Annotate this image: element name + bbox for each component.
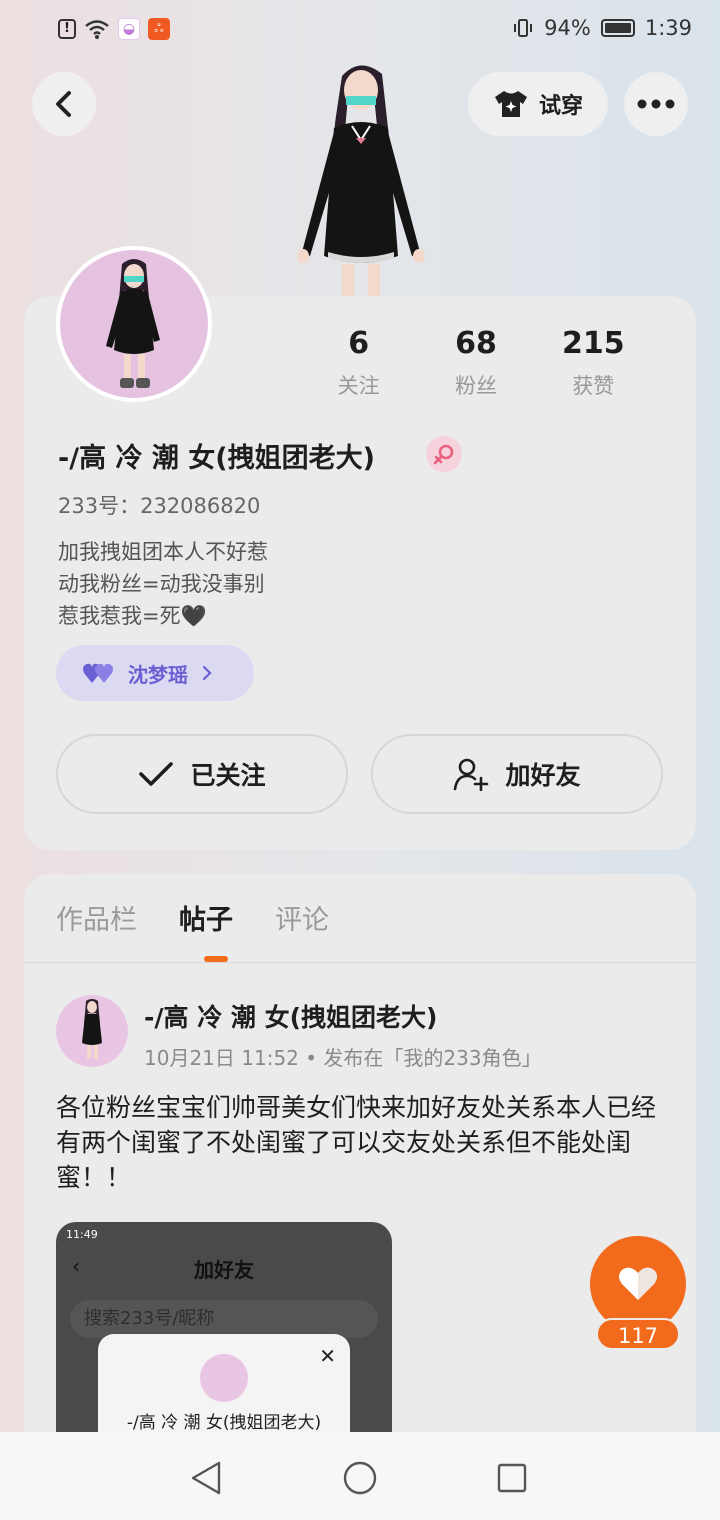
clock: 1:39 [644, 16, 692, 40]
stat-followers[interactable]: 68 粉丝 [417, 326, 534, 400]
image-page-title: 加好友 [194, 1258, 254, 1282]
status-icons-left: ! ◒ ஃ [58, 18, 170, 40]
avatar [200, 1354, 248, 1402]
battery-percent: 94% [544, 16, 591, 40]
stat-value: 68 [455, 326, 497, 361]
profile-stats: 6 关注 68 粉丝 215 获赞 [300, 326, 652, 400]
profile-nickname: -/高 冷 潮 女(拽姐团老大) [58, 443, 375, 474]
chevron-left-icon [56, 91, 71, 117]
post-meta: 10月21日 11:52 • 发布在「我的233角色」 [144, 1046, 542, 1070]
bio-line: 加我拽姐团本人不好惹 [58, 540, 268, 564]
add-user-icon [454, 758, 489, 791]
avatar-character [82, 999, 102, 1059]
tab-posts[interactable]: 帖子 [179, 898, 233, 937]
tab-works[interactable]: 作品栏 [56, 898, 137, 937]
followed-button[interactable]: 已关注 [56, 734, 348, 814]
add-friend-label: 加好友 [505, 761, 581, 790]
close-icon: ✕ [319, 1344, 336, 1368]
wifi-icon [85, 20, 109, 39]
followed-label: 已关注 [190, 761, 266, 790]
relationship-tag[interactable]: 沈梦瑶 [56, 645, 254, 701]
post-text: 各位粉丝宝宝们帅哥美女们快来加好友处关系本人已经有两个闺蜜了不处闺蜜了可以交友处… [56, 1093, 657, 1192]
character-model[interactable] [290, 56, 430, 296]
square-recents-icon [497, 1463, 527, 1493]
more-dots-icon [637, 99, 675, 109]
post-author-name[interactable]: -/高 冷 潮 女(拽姐团老大) [144, 998, 437, 1034]
bio-line: 惹我惹我=死🖤 [58, 604, 207, 628]
stat-label: 粉丝 [454, 374, 497, 398]
app-notification-icon: ◒ [118, 18, 140, 40]
chevron-right-icon [202, 665, 212, 681]
stat-label: 关注 [337, 374, 380, 398]
image-search-field: 搜索233号/昵称 [70, 1300, 378, 1338]
checkmark-icon [139, 762, 174, 786]
alert-icon: ! [58, 19, 76, 39]
stat-label: 获赞 [572, 374, 615, 398]
heart-icon [619, 1267, 657, 1300]
profile-bio: 加我拽姐团本人不好惹 动我粉丝=动我没事别 惹我惹我=死🖤 [58, 536, 268, 632]
system-nav-bar [0, 1432, 720, 1520]
circle-home-icon [343, 1461, 377, 1495]
avatar-character [106, 259, 160, 388]
divider [24, 962, 696, 963]
stat-value: 215 [562, 326, 625, 361]
profile-avatar[interactable] [56, 246, 212, 402]
shirt-sparkle-icon [494, 91, 527, 117]
bio-line: 动我粉丝=动我没事别 [58, 572, 265, 596]
stat-likes[interactable]: 215 获赞 [535, 326, 652, 400]
try-on-label: 试穿 [538, 94, 583, 119]
like-count: 117 [596, 1318, 680, 1350]
battery-icon [600, 19, 635, 37]
nav-back-button[interactable] [186, 1458, 226, 1498]
user-id: 233号：232086820 [58, 494, 261, 518]
more-button[interactable] [624, 72, 688, 136]
image-popup-name: -/高 冷 潮 女(拽姐团老大) [126, 1413, 322, 1433]
image-status-time: 11:49 [66, 1228, 98, 1241]
stat-following[interactable]: 6 关注 [300, 326, 417, 400]
image-popup-card: ✕ -/高 冷 潮 女(拽姐团老大) [98, 1334, 350, 1442]
status-icons-right: 94% 1:39 [512, 16, 692, 40]
back-button[interactable] [32, 72, 96, 136]
post-author-avatar[interactable] [56, 995, 128, 1067]
nav-home-button[interactable] [340, 1458, 380, 1498]
female-gender-icon [426, 436, 462, 472]
nav-recents-button[interactable] [492, 1458, 532, 1498]
relationship-name: 沈梦瑶 [128, 662, 188, 687]
status-bar: ! ◒ ஃ 94% 1:39 [0, 0, 720, 60]
post-image[interactable]: 11:49 ‹ 加好友 搜索233号/昵称 ✕ -/高 冷 潮 女(拽姐团老大) [56, 1222, 392, 1442]
add-friend-button[interactable]: 加好友 [371, 734, 663, 814]
app-notification-icon: ஃ [148, 18, 170, 40]
tab-comments[interactable]: 评论 [275, 898, 329, 937]
vibrate-icon [514, 19, 533, 37]
triangle-back-icon [191, 1461, 221, 1495]
try-on-button[interactable]: 试穿 [468, 72, 608, 136]
double-heart-icon [83, 663, 113, 683]
profile-tabs: 作品栏 帖子 评论 [56, 898, 329, 937]
stat-value: 6 [348, 326, 370, 361]
